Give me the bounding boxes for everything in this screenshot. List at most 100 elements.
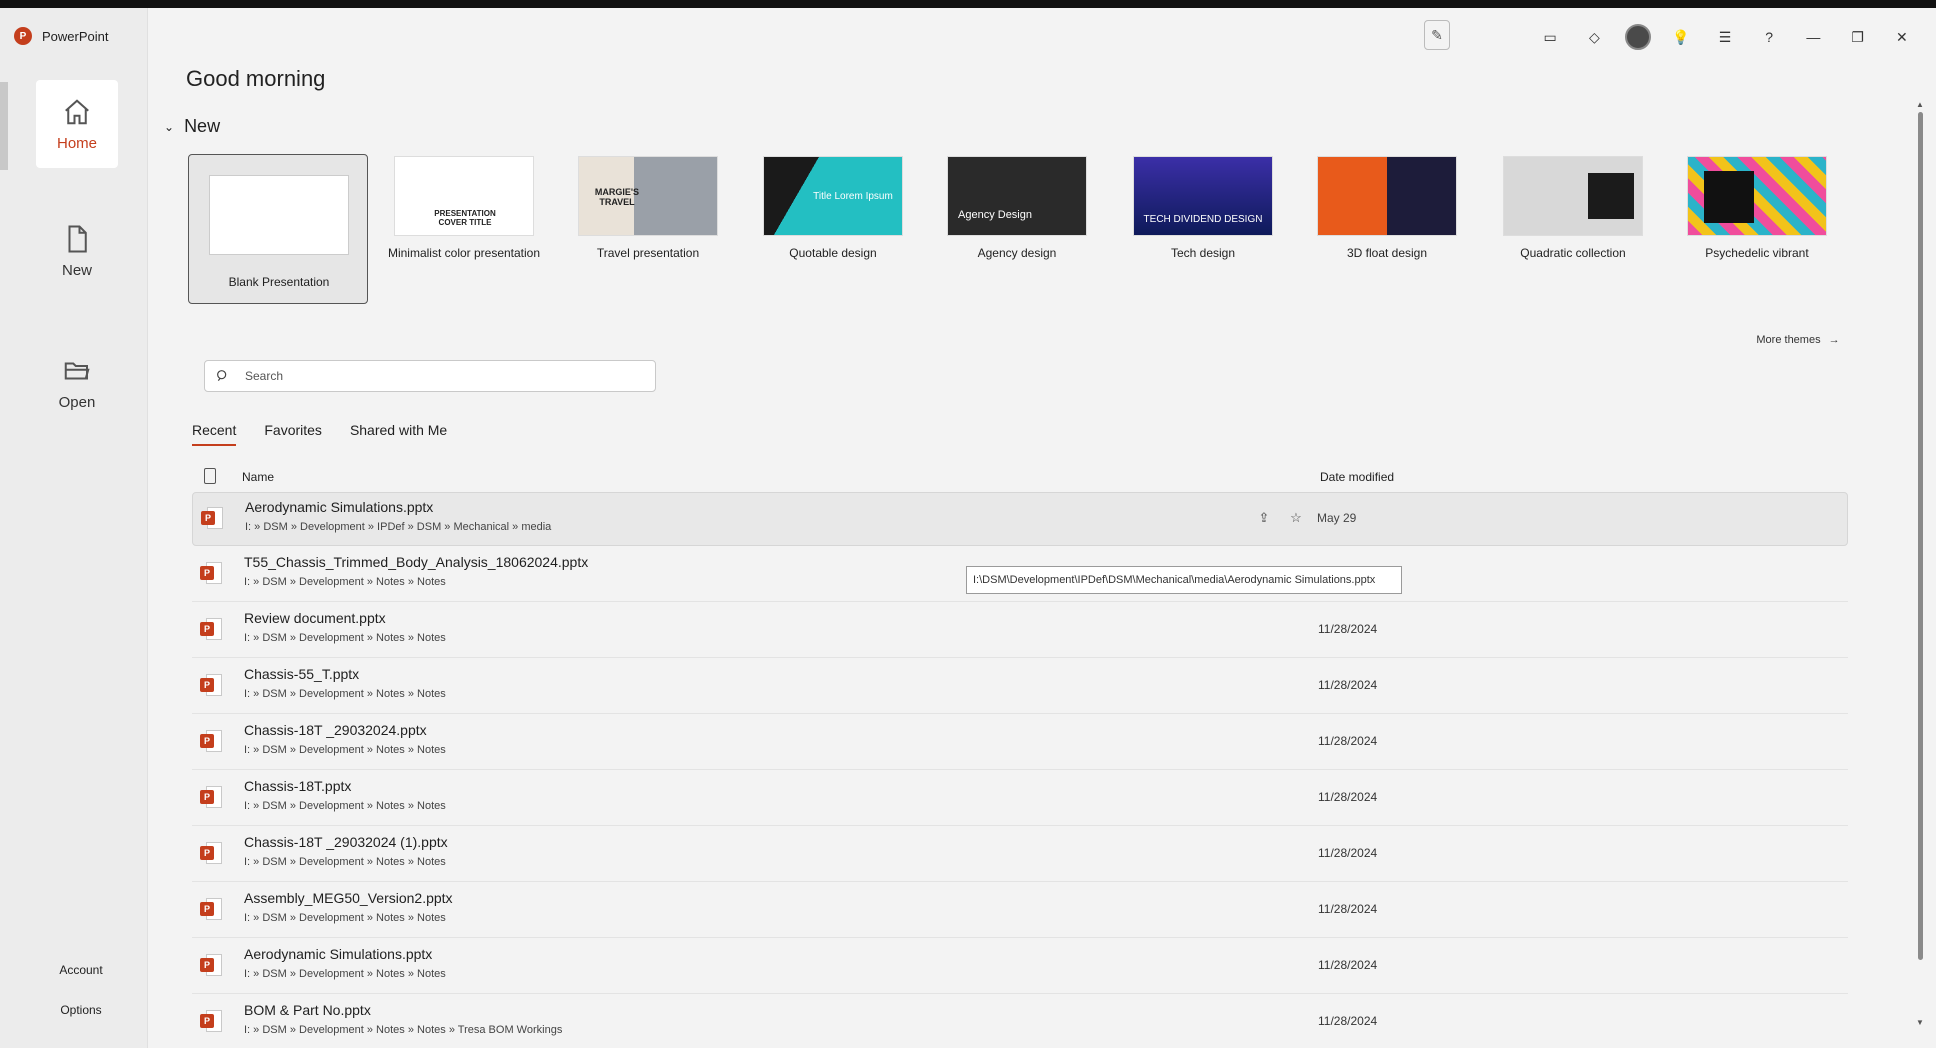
template-label: Blank Presentation	[228, 275, 330, 289]
file-name: Chassis-18T.pptx	[244, 778, 352, 794]
file-name: Chassis-55_T.pptx	[244, 666, 360, 682]
lightbulb-icon[interactable]: 💡	[1667, 23, 1695, 51]
help-button[interactable]: ?	[1755, 23, 1783, 51]
file-path: I: » DSM » Development » Notes » Notes »…	[244, 1024, 563, 1036]
star-icon[interactable]: ☆	[1285, 507, 1307, 529]
pptx-file-icon: P	[200, 954, 222, 978]
new-section-toggle[interactable]: ⌄ New	[164, 116, 220, 137]
file-type-icon	[204, 468, 216, 484]
tab-shared[interactable]: Shared with Me	[350, 422, 447, 446]
search-box[interactable]	[204, 360, 656, 392]
template-thumbnail: PRESENTATION COVER TITLE	[394, 156, 534, 236]
pptx-file-icon: P	[201, 507, 223, 531]
template-label: 3D float design	[1346, 246, 1428, 260]
file-path: I: » DSM » Development » Notes » Notes	[244, 912, 446, 924]
file-path: I: » DSM » Development » IPDef » DSM » M…	[245, 521, 552, 533]
sidebar-item-label: Home	[56, 134, 97, 152]
file-date: 11/28/2024	[1318, 622, 1378, 636]
table-row[interactable]: P Aerodynamic Simulations.pptx I: » DSM …	[192, 492, 1848, 546]
table-row[interactable]: P Chassis-18T.pptx I: » DSM » Developmen…	[192, 772, 1848, 826]
template-tech[interactable]: TECH DIVIDEND DESIGN Tech design	[1132, 156, 1274, 260]
eraser-icon[interactable]: ▭	[1536, 23, 1564, 51]
scroll-up-icon[interactable]: ▲	[1914, 100, 1926, 112]
sidebar-item-new[interactable]: New	[36, 210, 118, 292]
sidebar-item-open[interactable]: Open	[52, 344, 102, 422]
template-label: Travel presentation	[596, 246, 700, 260]
template-travel[interactable]: MARGIE'S TRAVEL Travel presentation	[578, 156, 718, 260]
column-date-modified[interactable]: Date modified	[1320, 470, 1394, 484]
pptx-file-icon: P	[200, 1010, 222, 1034]
template-quotable[interactable]: Title Lorem Ipsum Quotable design	[762, 156, 904, 260]
template-minimalist[interactable]: PRESENTATION COVER TITLE Minimalist colo…	[386, 156, 542, 260]
table-row[interactable]: P Chassis-18T _29032024 (1).pptx I: » DS…	[192, 828, 1848, 882]
table-row[interactable]: P BOM & Part No.pptx I: » DSM » Developm…	[192, 996, 1848, 1046]
tab-recent[interactable]: Recent	[192, 422, 237, 446]
template-quadratic[interactable]: Quadratic collection	[1502, 156, 1644, 260]
minimize-button[interactable]: —	[1799, 23, 1827, 51]
account-button[interactable]: Account	[26, 950, 136, 990]
new-document-icon	[68, 225, 87, 252]
file-date: May 29	[1317, 511, 1357, 525]
file-date: 11/28/2024	[1318, 1014, 1378, 1028]
search-input[interactable]	[245, 369, 625, 383]
greeting-heading: Good morning	[186, 66, 326, 91]
vertical-scrollbar[interactable]: ▲ ▼	[1914, 100, 1926, 1040]
template-thumbnail: Title Lorem Ipsum	[763, 156, 903, 236]
thumbnail-text: PRESENTATION COVER TITLE	[434, 209, 496, 227]
file-date: 11/28/2024	[1318, 734, 1378, 748]
feedback-icon[interactable]: ☰	[1711, 23, 1739, 51]
home-icon	[65, 98, 89, 124]
template-label: Tech design	[1170, 246, 1236, 260]
share-icon[interactable]: ⇪	[1253, 507, 1275, 529]
sidebar-item-home[interactable]: Home	[36, 80, 118, 168]
template-thumbnail	[1687, 156, 1827, 236]
pen-icon[interactable]: ✎	[1424, 20, 1450, 50]
more-themes-link[interactable]: More themes →	[1746, 328, 1850, 352]
file-path: I: » DSM » Development » Notes » Notes	[244, 744, 446, 756]
tab-favorites[interactable]: Favorites	[264, 422, 322, 446]
thumbnail-text: TECH DIVIDEND DESIGN	[1143, 214, 1263, 225]
folder-open-icon	[64, 362, 90, 379]
file-path: I: » DSM » Development » Notes » Notes	[244, 968, 446, 980]
table-row[interactable]: P Chassis-18T _29032024.pptx I: » DSM » …	[192, 716, 1848, 770]
file-name: T55_Chassis_Trimmed_Body_Analysis_180620…	[244, 554, 589, 570]
template-psychedelic[interactable]: Psychedelic vibrant	[1686, 156, 1828, 260]
close-button[interactable]: ✕	[1888, 23, 1916, 51]
file-path: I: » DSM » Development » Notes » Notes	[244, 800, 446, 812]
scrollbar-thumb[interactable]	[1918, 112, 1923, 960]
file-path: I: » DSM » Development » Notes » Notes	[244, 576, 446, 588]
table-row[interactable]: P Aerodynamic Simulations.pptx I: » DSM …	[192, 940, 1848, 994]
file-date: 11/28/2024	[1318, 846, 1378, 860]
template-thumbnail	[1503, 156, 1643, 236]
template-blank-presentation[interactable]: Blank Presentation	[188, 154, 368, 304]
file-date: 11/28/2024	[1318, 678, 1378, 692]
thumbnail-text: Agency Design	[958, 209, 1032, 221]
app-name: PowerPoint	[42, 28, 109, 44]
pptx-file-icon: P	[200, 562, 222, 586]
scroll-down-icon[interactable]: ▼	[1914, 1018, 1926, 1030]
powerpoint-logo-icon: P	[14, 27, 32, 45]
tag-icon[interactable]: ◇	[1580, 23, 1608, 51]
options-button[interactable]: Options	[26, 990, 136, 1030]
pptx-file-icon: P	[200, 898, 222, 922]
chevron-down-icon: ⌄	[164, 119, 175, 134]
template-thumbnail	[209, 175, 349, 255]
avatar[interactable]	[1624, 24, 1651, 50]
file-name: Review document.pptx	[244, 610, 386, 626]
template-label: Quadratic collection	[1520, 246, 1626, 260]
restore-button[interactable]: ❐	[1844, 23, 1872, 51]
template-label: Minimalist color presentation	[387, 246, 541, 260]
pptx-file-icon: P	[200, 618, 222, 642]
file-name: Chassis-18T _29032024 (1).pptx	[244, 834, 448, 850]
template-3d-float[interactable]: 3D float design	[1316, 156, 1458, 260]
file-tabs: Recent Favorites Shared with Me	[192, 422, 447, 446]
table-row[interactable]: P Chassis-55_T.pptx I: » DSM » Developme…	[192, 660, 1848, 714]
search-icon	[217, 370, 227, 382]
template-agency[interactable]: Agency Design Agency design	[946, 156, 1088, 260]
pptx-file-icon: P	[200, 674, 222, 698]
pptx-file-icon: P	[200, 842, 222, 866]
file-date: 11/28/2024	[1318, 902, 1378, 916]
table-row[interactable]: P Assembly_MEG50_Version2.pptx I: » DSM …	[192, 884, 1848, 938]
table-row[interactable]: P Review document.pptx I: » DSM » Develo…	[192, 604, 1848, 658]
column-name[interactable]: Name	[242, 470, 274, 484]
